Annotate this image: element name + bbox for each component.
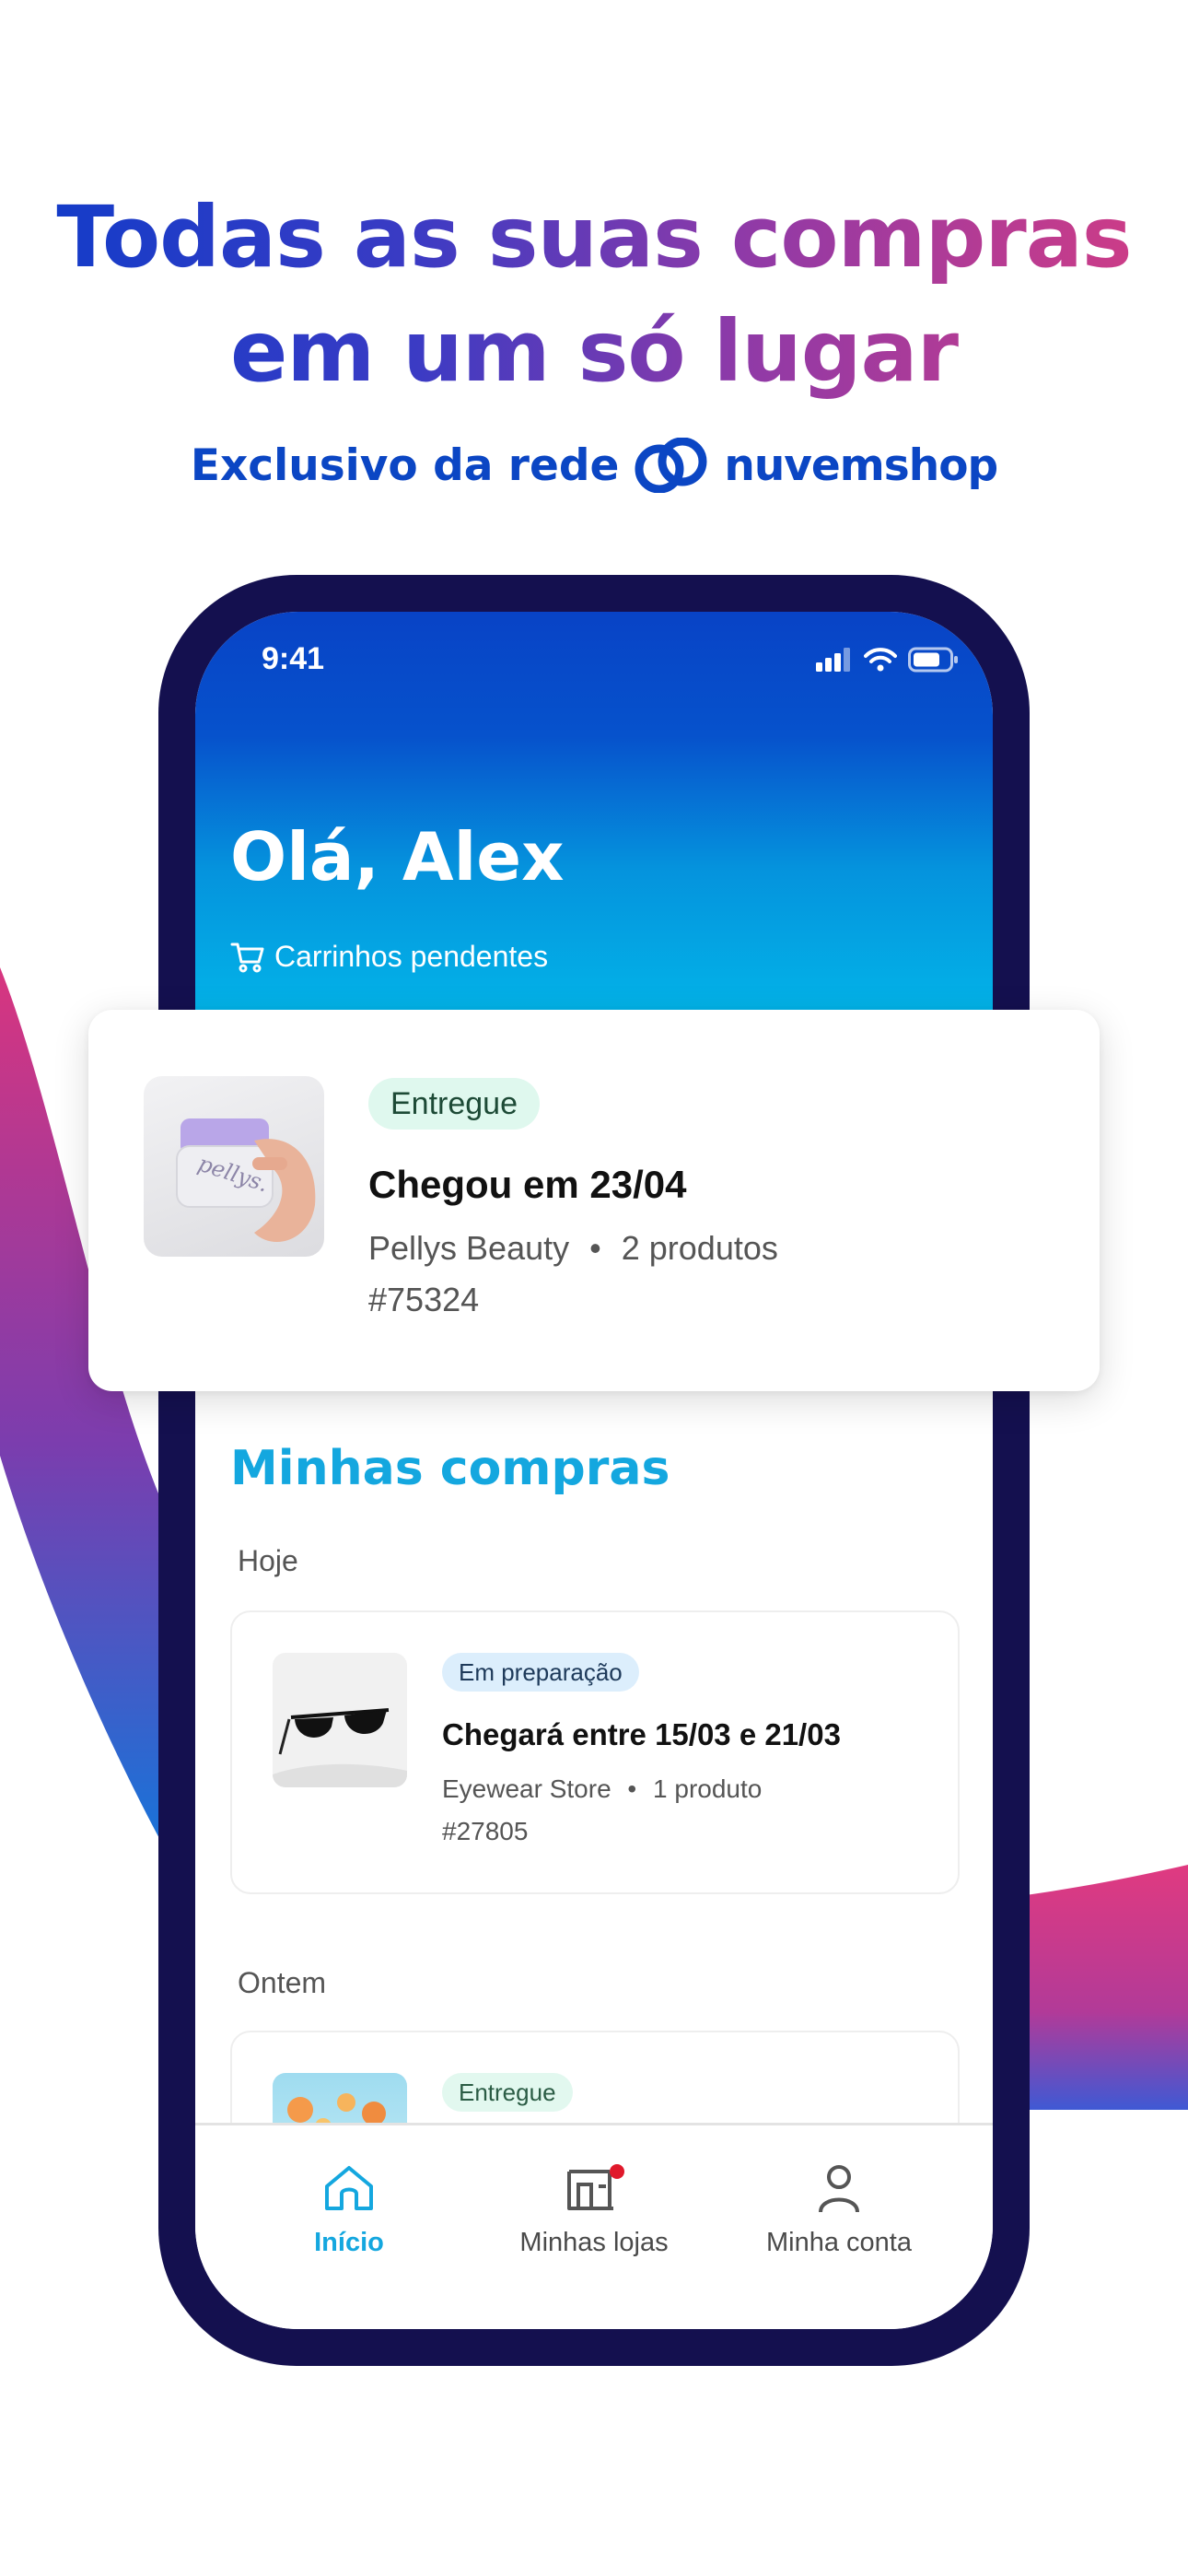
notification-dot — [610, 2164, 624, 2179]
order-meta: Pellys Beauty • 2 produtos — [368, 1229, 778, 1267]
order-title: Chegará entre 15/03 e 21/03 — [442, 1717, 841, 1751]
sunglasses-icon — [273, 1653, 407, 1787]
purchases-title: Minhas compras — [230, 1441, 670, 1496]
wifi-icon — [864, 648, 897, 672]
order-title: Chegou em 23/04 — [368, 1163, 687, 1206]
product-thumbnail-cream-jar: pellys. — [144, 1076, 324, 1257]
status-time: 9:41 — [262, 641, 325, 676]
tab-bar: Início Minhas lojas Minha conta — [195, 2123, 993, 2329]
product-count: 2 produtos — [621, 1229, 778, 1267]
highlight-order-card[interactable]: pellys. Entregue Chegou em 23/04 Pellys … — [88, 1010, 1100, 1391]
headline-line-1: Todas as suas compras — [56, 188, 1132, 287]
exclusive-tagline: Exclusivo da rede nuvemshop — [0, 433, 1188, 498]
order-card[interactable]: Em preparação Chegará entre 15/03 e 21/0… — [230, 1610, 960, 1894]
headline-line-2: em um só lugar — [229, 302, 958, 401]
store-name: Eyewear Store — [442, 1774, 611, 1803]
store-name: Pellys Beauty — [368, 1229, 570, 1267]
phone-screen: 9:41 Olá, Alex Carrinhos pendentes Minha… — [195, 612, 993, 2329]
cart-icon — [230, 943, 264, 972]
order-meta: Eyewear Store • 1 produto — [442, 1774, 763, 1803]
pending-carts-link[interactable]: Carrinhos pendentes — [230, 940, 548, 974]
tab-minha-conta[interactable]: Minha conta — [715, 2162, 963, 2258]
tab-inicio[interactable]: Início — [225, 2162, 473, 2258]
exclusive-text: Exclusivo da rede — [190, 439, 620, 491]
store-icon — [567, 2164, 624, 2210]
product-count: 1 produto — [653, 1774, 763, 1803]
pending-carts-label: Carrinhos pendentes — [274, 940, 549, 973]
tab-label: Minha conta — [766, 2228, 912, 2257]
group-label-today: Hoje — [238, 1544, 298, 1577]
tab-minhas-lojas[interactable]: Minhas lojas — [470, 2162, 718, 2258]
order-id: #27805 — [442, 1817, 529, 1845]
product-thumbnail-sunglasses — [273, 1653, 407, 1787]
brand-name: nuvemshop — [724, 439, 998, 491]
battery-icon — [908, 647, 958, 673]
tab-label: Minhas lojas — [519, 2228, 669, 2257]
status-badge: Entregue — [442, 2073, 573, 2112]
greeting: Olá, Alex — [230, 818, 565, 896]
nuvemshop-logo-icon — [635, 438, 707, 493]
group-label-yesterday: Ontem — [238, 1966, 327, 1999]
headline: Todas as suas compras em um só lugar — [0, 181, 1188, 409]
screen-header: 9:41 Olá, Alex Carrinhos pendentes — [195, 612, 993, 1026]
tab-label: Início — [314, 2228, 384, 2257]
order-id: #75324 — [368, 1281, 480, 1318]
status-badge: Em preparação — [442, 1653, 639, 1692]
status-badge: Entregue — [368, 1078, 540, 1130]
status-icons — [816, 647, 960, 673]
signal-icon — [816, 648, 850, 672]
user-icon — [819, 2165, 859, 2213]
home-icon — [325, 2166, 373, 2210]
